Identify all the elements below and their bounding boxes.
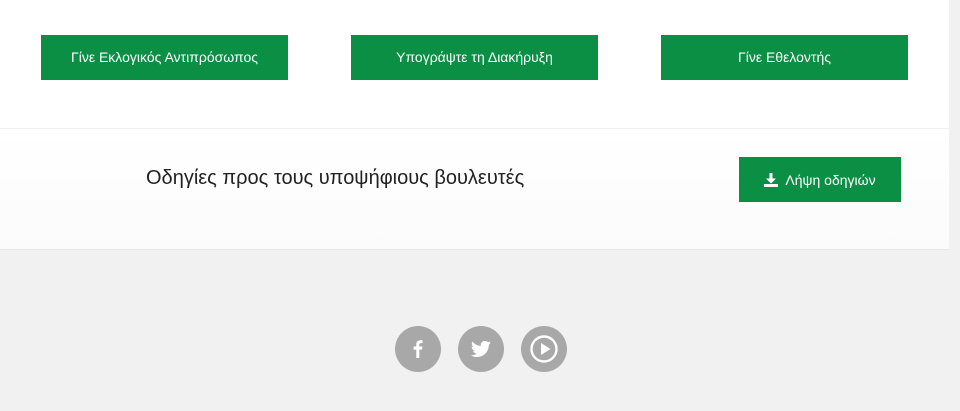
sign-declaration-button[interactable]: Υπογράψτε τη Διακήρυξη: [351, 35, 598, 80]
social-links: [395, 326, 567, 372]
become-representative-button[interactable]: Γίνε Εκλογικός Αντιπρόσωπος: [41, 35, 288, 80]
youtube-play-icon: [529, 334, 559, 364]
candidate-guide-row: Οδηγίες προς τους υποψήφιους βουλευτές Λ…: [0, 129, 949, 249]
download-icon: [764, 172, 779, 187]
download-guide-label: Λήψη οδηγιών: [785, 171, 876, 188]
scrollbar-track[interactable]: [949, 0, 960, 249]
twitter-icon: [469, 337, 493, 361]
cta-row: Γίνε Εκλογικός Αντιπρόσωπος Υπογράψτε τη…: [0, 0, 949, 129]
facebook-link[interactable]: [395, 326, 441, 372]
facebook-icon: [407, 338, 429, 360]
content-panel: Γίνε Εκλογικός Αντιπρόσωπος Υπογράψτε τη…: [0, 0, 949, 250]
candidate-guide-text: Οδηγίες προς τους υποψήφιους βουλευτές: [146, 167, 525, 189]
become-volunteer-button[interactable]: Γίνε Εθελοντής: [661, 35, 908, 80]
youtube-link[interactable]: [521, 326, 567, 372]
download-guide-button[interactable]: Λήψη οδηγιών: [739, 157, 901, 202]
twitter-link[interactable]: [458, 326, 504, 372]
